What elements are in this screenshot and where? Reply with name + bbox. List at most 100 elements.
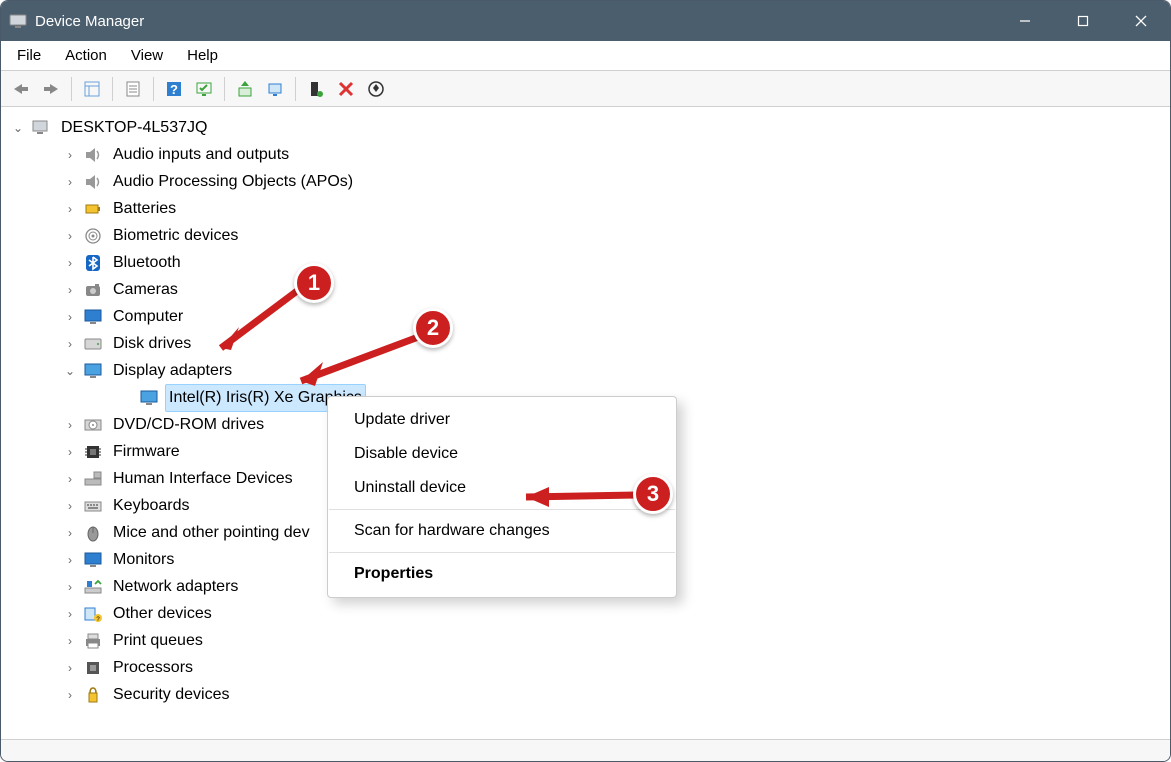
context-update-driver[interactable]: Update driver (328, 403, 676, 437)
chevron-right-icon[interactable]: › (63, 331, 77, 357)
chevron-right-icon[interactable]: › (63, 682, 77, 708)
back-button[interactable] (7, 75, 35, 103)
tree-category-label: Firmware (109, 438, 184, 466)
toolbar-separator (112, 77, 113, 101)
context-separator (329, 509, 675, 510)
tree-category[interactable]: ›Security devices (39, 681, 1170, 708)
properties-button[interactable] (119, 75, 147, 103)
chevron-right-icon[interactable]: › (63, 142, 77, 168)
context-scan-hardware[interactable]: Scan for hardware changes (328, 514, 676, 548)
tree-category[interactable]: › Print queues (39, 627, 1170, 654)
enable-device-button[interactable] (302, 75, 330, 103)
minimize-button[interactable] (996, 1, 1054, 41)
chevron-right-icon[interactable]: › (63, 574, 77, 600)
tree-category-label: Batteries (109, 195, 180, 223)
cpu-icon (83, 658, 103, 678)
context-separator (329, 552, 675, 553)
maximize-button[interactable] (1054, 1, 1112, 41)
device-manager-window: Device Manager File Action View Help ? ⌄ (0, 0, 1171, 762)
app-icon (9, 12, 27, 30)
tree-category[interactable]: ›Processors (39, 654, 1170, 681)
disable-device-button[interactable] (362, 75, 390, 103)
annotation-badge-1: 1 (294, 263, 334, 303)
chevron-down-icon[interactable]: ⌄ (63, 358, 77, 384)
chevron-right-icon[interactable]: › (63, 628, 77, 654)
tree-category[interactable]: ›? Other devices (39, 600, 1170, 627)
tree-root-label: DESKTOP-4L537JQ (57, 114, 211, 142)
chevron-right-icon[interactable]: › (63, 466, 77, 492)
tree-category-label: Audio Processing Objects (APOs) (109, 168, 357, 196)
cd-icon (83, 415, 103, 435)
chevron-right-icon[interactable]: › (63, 655, 77, 681)
chevron-right-icon[interactable]: › (63, 169, 77, 195)
tree-category[interactable]: ›Computer (39, 303, 1170, 330)
tree-category-label: Network adapters (109, 573, 242, 601)
update-driver-button[interactable] (231, 75, 259, 103)
computer-icon (31, 118, 51, 138)
toolbar-separator (224, 77, 225, 101)
chevron-right-icon[interactable]: › (63, 250, 77, 276)
chevron-right-icon[interactable]: › (63, 547, 77, 573)
menu-view[interactable]: View (119, 43, 175, 68)
chevron-right-icon[interactable]: › (63, 439, 77, 465)
chevron-down-icon[interactable]: ⌄ (11, 115, 25, 141)
device-button[interactable] (261, 75, 289, 103)
chevron-right-icon[interactable]: › (63, 304, 77, 330)
tree-category[interactable]: › Biometric devices (39, 222, 1170, 249)
context-disable-device[interactable]: Disable device (328, 437, 676, 471)
tree-category[interactable]: › Batteries (39, 195, 1170, 222)
chip-icon (83, 442, 103, 462)
toolbar-separator (153, 77, 154, 101)
bluetooth-icon (83, 253, 103, 273)
tree-category[interactable]: › Bluetooth (39, 249, 1170, 276)
annotation-badge-3: 3 (633, 474, 673, 514)
security-icon (83, 685, 103, 705)
tree-category-label: Mice and other pointing dev (109, 519, 314, 547)
tree-category-label: Print queues (109, 627, 207, 655)
tree-category-label: Display adapters (109, 357, 236, 385)
chevron-right-icon[interactable]: › (63, 223, 77, 249)
close-button[interactable] (1112, 1, 1170, 41)
chevron-right-icon[interactable]: › (63, 493, 77, 519)
menu-action[interactable]: Action (53, 43, 119, 68)
tree-category-label: Keyboards (109, 492, 194, 520)
show-hide-tree-button[interactable] (78, 75, 106, 103)
context-uninstall-device[interactable]: Uninstall device (328, 471, 676, 505)
chevron-right-icon[interactable]: › (63, 196, 77, 222)
tree-category-label: Bluetooth (109, 249, 185, 277)
context-properties[interactable]: Properties (328, 557, 676, 591)
help-button[interactable]: ? (160, 75, 188, 103)
speaker-icon (83, 172, 103, 192)
window-title: Device Manager (35, 13, 996, 30)
toolbar: ? (1, 71, 1170, 107)
chevron-right-icon[interactable]: › (63, 601, 77, 627)
fingerprint-icon (83, 226, 103, 246)
tree-category[interactable]: › Audio Processing Objects (APOs) (39, 168, 1170, 195)
context-menu: Update driver Disable device Uninstall d… (327, 396, 677, 598)
mouse-icon (83, 523, 103, 543)
tree-category-label: DVD/CD-ROM drives (109, 411, 268, 439)
svg-text:?: ? (170, 82, 178, 97)
menu-file[interactable]: File (5, 43, 53, 68)
tree-category-label: Audio inputs and outputs (109, 141, 293, 169)
titlebar[interactable]: Device Manager (1, 1, 1170, 41)
tree-category[interactable]: › Disk drives (39, 330, 1170, 357)
keyboard-icon (83, 496, 103, 516)
statusbar (1, 739, 1170, 761)
tree-category-label: Biometric devices (109, 222, 242, 250)
menu-help[interactable]: Help (175, 43, 230, 68)
disk-icon (83, 334, 103, 354)
tree-category[interactable]: › Audio inputs and outputs (39, 141, 1170, 168)
tree-category-label: Other devices (109, 600, 216, 628)
menubar: File Action View Help (1, 41, 1170, 71)
uninstall-device-button[interactable] (332, 75, 360, 103)
chevron-right-icon[interactable]: › (63, 520, 77, 546)
tree-category[interactable]: ›Cameras (39, 276, 1170, 303)
forward-button[interactable] (37, 75, 65, 103)
tree-category-label: Disk drives (109, 330, 195, 358)
toolbar-separator (71, 77, 72, 101)
chevron-right-icon[interactable]: › (63, 412, 77, 438)
scan-hardware-button[interactable] (190, 75, 218, 103)
chevron-right-icon[interactable]: › (63, 277, 77, 303)
other-icon: ? (83, 604, 103, 624)
